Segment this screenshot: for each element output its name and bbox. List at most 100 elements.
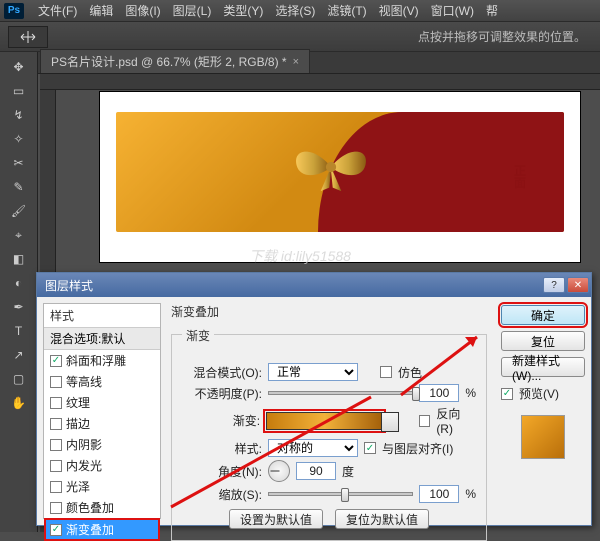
document-tab[interactable]: PS名片设计.psd @ 66.7% (矩形 2, RGB/8) * × [40, 49, 310, 73]
style-label: 等高线 [66, 373, 102, 390]
menu-layer[interactable]: 图层(L) [167, 2, 218, 19]
degree-label: 度 [342, 463, 354, 480]
menu-type[interactable]: 类型(Y) [217, 2, 269, 19]
dialog-titlebar[interactable]: 图层样式 ? ✕ [37, 273, 591, 297]
reverse-label: 反向(R) [436, 405, 476, 436]
options-hint: 点按并拖移可调整效果的位置。 [418, 28, 586, 45]
lasso-tool-icon[interactable]: ↯ [5, 104, 33, 126]
type-tool-icon[interactable]: T [5, 320, 33, 342]
menu-image[interactable]: 图像(I) [119, 2, 166, 19]
dialog-buttons: 确定 复位 新建样式(W)... ✓ 预览(V) [495, 297, 591, 525]
menu-edit[interactable]: 编辑 [83, 2, 119, 19]
card-side-text: 正 面 [514, 96, 584, 258]
pen-tool-icon[interactable]: ✒ [5, 296, 33, 318]
style-stroke[interactable]: 描边 [44, 413, 160, 434]
options-bar: 点按并拖移可调整效果的位置。 [0, 22, 600, 52]
marquee-tool-icon[interactable]: ▭ [5, 80, 33, 102]
menu-file[interactable]: 文件(F) [32, 2, 83, 19]
blend-mode-label: 混合模式(O): [182, 364, 262, 381]
checkbox-icon[interactable] [50, 502, 62, 514]
stamp-tool-icon[interactable]: ⌖ [5, 224, 33, 246]
menu-filter[interactable]: 滤镜(T) [321, 2, 372, 19]
close-icon[interactable]: × [293, 56, 299, 68]
move-tool-icon[interactable]: ✥ [5, 56, 33, 78]
opacity-value[interactable]: 100 [419, 384, 459, 402]
document-tab-label: PS名片设计.psd @ 66.7% (矩形 2, RGB/8) * [51, 53, 287, 70]
menu-view[interactable]: 视图(V) [373, 2, 425, 19]
eraser-tool-icon[interactable]: ◧ [5, 248, 33, 270]
checkbox-icon[interactable] [50, 418, 62, 430]
style-satin[interactable]: 光泽 [44, 476, 160, 497]
checkbox-icon[interactable] [50, 460, 62, 472]
align-checkbox[interactable]: ✓ [364, 442, 376, 454]
menu-select[interactable]: 选择(S) [269, 2, 321, 19]
tools-panel: ✥ ▭ ↯ ✧ ✂ ✎ 🖌 ⌖ ◧ ◐ ✒ T ↗ ▢ ✋ [0, 52, 38, 532]
cancel-button[interactable]: 复位 [501, 331, 585, 351]
document-tabs: PS名片设计.psd @ 66.7% (矩形 2, RGB/8) * × [0, 52, 600, 74]
style-label: 内发光 [66, 457, 102, 474]
new-style-button[interactable]: 新建样式(W)... [501, 357, 585, 377]
preview-swatch [521, 415, 565, 459]
percent-label: % [465, 487, 476, 501]
opacity-slider[interactable] [268, 391, 413, 395]
angle-label: 角度(N): [182, 463, 262, 480]
tool-preset[interactable] [8, 26, 48, 48]
checkbox-icon[interactable] [50, 397, 62, 409]
style-label: 内阴影 [66, 436, 102, 453]
style-texture[interactable]: 纹理 [44, 392, 160, 413]
bow-graphic [288, 139, 374, 195]
menu-help[interactable]: 帮 [480, 2, 504, 19]
style-color-overlay[interactable]: 颜色叠加 [44, 497, 160, 518]
style-inner-glow[interactable]: 内发光 [44, 455, 160, 476]
dialog-title: 图层样式 [45, 277, 93, 294]
ok-button[interactable]: 确定 [501, 305, 585, 325]
style-label: 描边 [66, 415, 90, 432]
menu-bar: Ps 文件(F) 编辑 图像(I) 图层(L) 类型(Y) 选择(S) 滤镜(T… [0, 0, 600, 22]
style-label: 颜色叠加 [66, 499, 114, 516]
scale-label: 缩放(S): [182, 486, 262, 503]
chevron-down-icon [386, 418, 394, 423]
angle-dial[interactable] [268, 460, 290, 482]
reverse-checkbox[interactable] [419, 415, 431, 427]
dither-checkbox[interactable] [380, 366, 392, 378]
card-background [116, 112, 564, 232]
gradient-picker[interactable] [266, 412, 383, 430]
style-inner-shadow[interactable]: 内阴影 [44, 434, 160, 455]
styles-list: 样式 混合选项:默认 ✓斜面和浮雕 等高线 纹理 描边 内阴影 内发光 光泽 颜… [43, 303, 161, 519]
gradient-tool-icon[interactable]: ◐ [5, 272, 33, 294]
path-tool-icon[interactable]: ↗ [5, 344, 33, 366]
blend-mode-select[interactable]: 正常 [268, 363, 358, 381]
align-label: 与图层对齐(I) [382, 440, 453, 457]
scale-slider[interactable] [268, 492, 413, 496]
preview-checkbox[interactable]: ✓ [501, 388, 513, 400]
style-label: 样式: [182, 440, 262, 457]
style-gradient-overlay[interactable]: ✓渐变叠加 [44, 518, 160, 541]
checkbox-icon[interactable]: ✓ [50, 524, 62, 536]
hand-tool-icon[interactable]: ✋ [5, 392, 33, 414]
style-bevel[interactable]: ✓斜面和浮雕 [44, 350, 160, 371]
move-cursor-icon [19, 30, 37, 44]
ruler-horizontal [40, 74, 600, 90]
checkbox-icon[interactable] [50, 481, 62, 493]
eyedropper-tool-icon[interactable]: ✎ [5, 176, 33, 198]
brush-tool-icon[interactable]: 🖌 [5, 200, 33, 222]
gradient-style-select[interactable]: 对称的 [268, 439, 358, 457]
scale-value[interactable]: 100 [419, 485, 459, 503]
angle-value[interactable]: 90 [296, 462, 336, 480]
help-button[interactable]: ? [543, 277, 565, 293]
checkbox-icon[interactable] [50, 376, 62, 388]
set-default-button[interactable]: 设置为默认值 [229, 509, 323, 529]
wand-tool-icon[interactable]: ✧ [5, 128, 33, 150]
document-canvas[interactable]: 正 面 [100, 92, 580, 262]
layer-style-dialog: 图层样式 ? ✕ 样式 混合选项:默认 ✓斜面和浮雕 等高线 纹理 描边 内阴影… [36, 272, 592, 526]
close-button[interactable]: ✕ [567, 277, 589, 293]
style-contour[interactable]: 等高线 [44, 371, 160, 392]
section-title: 渐变叠加 [171, 303, 487, 320]
menu-window[interactable]: 窗口(W) [425, 2, 480, 19]
crop-tool-icon[interactable]: ✂ [5, 152, 33, 174]
checkbox-icon[interactable]: ✓ [50, 355, 62, 367]
checkbox-icon[interactable] [50, 439, 62, 451]
reset-default-button[interactable]: 复位为默认值 [335, 509, 429, 529]
shape-tool-icon[interactable]: ▢ [5, 368, 33, 390]
blend-options-row[interactable]: 混合选项:默认 [44, 327, 160, 350]
